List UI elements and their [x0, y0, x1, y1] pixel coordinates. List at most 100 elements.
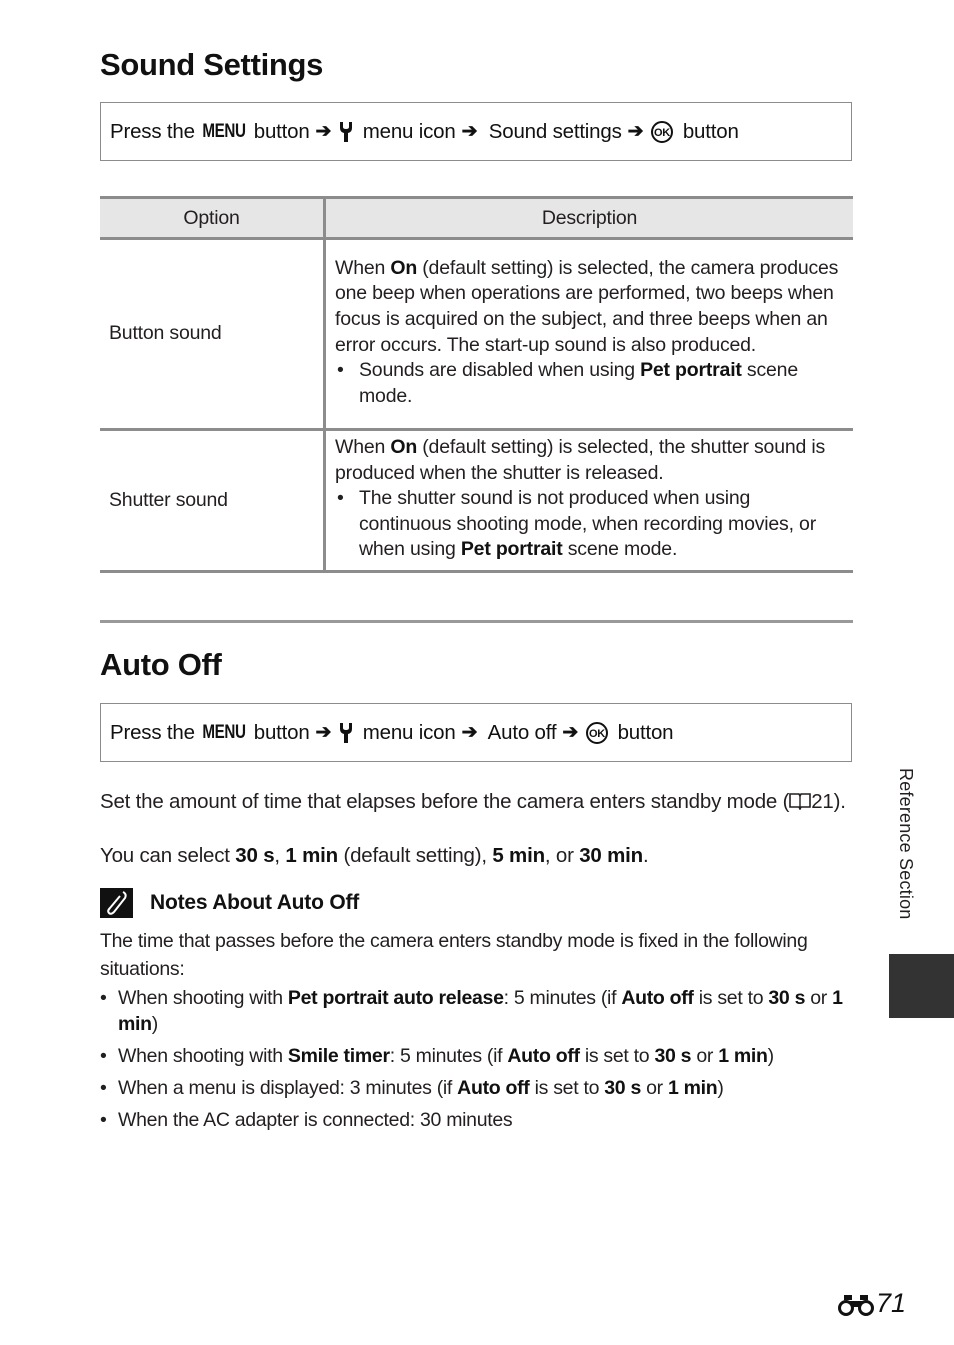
- nav-text: button: [248, 119, 310, 143]
- intro-text: Set the amount of time that elapses befo…: [100, 790, 790, 813]
- nav-text: menu icon: [357, 720, 456, 744]
- option-30s: 30 s: [235, 844, 275, 867]
- page-number: 71: [838, 1288, 906, 1319]
- text: When the AC adapter is connected: 30 min…: [118, 1109, 513, 1131]
- option-1min: 1 min: [285, 844, 338, 867]
- bold-term: 30 s: [768, 987, 806, 1009]
- note-pencil-icon: [100, 888, 133, 918]
- text: or: [641, 1077, 668, 1099]
- nav-text: button: [612, 720, 674, 744]
- note-item-text: When shooting with Smile timer: 5 minute…: [118, 1043, 774, 1069]
- note-list-item: • When a menu is displayed: 3 minutes (if…: [100, 1075, 860, 1101]
- bullet-dot: •: [100, 987, 107, 1009]
- ok-button-icon: OK: [586, 721, 609, 744]
- setup-wrench-icon: [340, 722, 353, 743]
- option-name: Button sound: [100, 238, 326, 431]
- note-list-item: • When the AC adapter is connected: 30 mi…: [100, 1107, 860, 1133]
- text: ): [151, 1013, 159, 1035]
- notes-title: Notes About Auto Off: [150, 891, 360, 914]
- note-list-item: • When shooting with Pet portrait auto re…: [100, 985, 860, 1037]
- bold-term: Auto off: [621, 987, 694, 1009]
- ok-button-icon: OK: [651, 120, 674, 143]
- bold-term: 30 s: [604, 1077, 641, 1099]
- nav-text: Auto off: [483, 720, 557, 744]
- text: or: [805, 987, 833, 1009]
- section-divider: [100, 620, 853, 623]
- sound-settings-title: Sound Settings: [100, 47, 324, 82]
- option-5min: 5 min: [492, 844, 545, 867]
- bold-term: Auto off: [507, 1045, 580, 1067]
- notes-heading: Notes About Auto Off: [100, 888, 359, 918]
- sound-settings-nav-path: Press the MENU button ➔ menu icon ➔ Soun…: [100, 102, 852, 161]
- bullet-dot: •: [100, 1077, 107, 1099]
- text: ): [767, 1045, 775, 1067]
- menu-button-icon: MENU: [202, 120, 247, 142]
- setup-wrench-icon: [340, 121, 353, 142]
- arrow-right-icon: ➔: [562, 722, 579, 743]
- section-tab-marker[interactable]: [889, 954, 954, 1018]
- page-number-text: 71: [876, 1288, 907, 1318]
- book-reference-icon: [789, 793, 812, 811]
- table-header-row: Option Description: [100, 196, 853, 240]
- text: You can select: [100, 844, 236, 867]
- column-header-description: Description: [324, 196, 853, 240]
- bullet-dot: •: [100, 1109, 107, 1131]
- arrow-right-icon: ➔: [627, 121, 644, 142]
- nav-text: button: [248, 720, 310, 744]
- bullet-bold: Pet portrait: [640, 359, 742, 382]
- bold-term: Pet portrait auto release: [287, 987, 504, 1009]
- notes-lead: The time that passes before the camera e…: [100, 930, 808, 980]
- desc-text: When: [335, 436, 391, 458]
- table-row: Shutter sound When On (default setting) …: [100, 429, 853, 573]
- arrow-right-icon: ➔: [315, 121, 332, 142]
- text: When a menu is displayed: 3 minutes (if: [118, 1077, 458, 1099]
- svg-text:OK: OK: [654, 127, 670, 139]
- page-reference-link[interactable]: 21: [811, 790, 834, 813]
- text: is set to: [693, 987, 769, 1009]
- menu-button-icon: MENU: [202, 721, 247, 743]
- notes-list: • When shooting with Pet portrait auto re…: [100, 985, 860, 1139]
- desc-text: When: [335, 256, 391, 279]
- option-description: When On (default setting) is selected, t…: [324, 429, 853, 573]
- text: , or: [544, 844, 580, 867]
- bold-term: 1 min: [718, 1045, 768, 1067]
- nav-text: menu icon: [357, 119, 456, 143]
- text: .: [642, 844, 649, 867]
- bullet-bold: Pet portrait: [460, 538, 563, 561]
- text: is set to: [529, 1077, 605, 1099]
- nav-text: Press the: [110, 119, 201, 143]
- text: is set to: [579, 1045, 655, 1067]
- text: When shooting with: [118, 1045, 288, 1067]
- bullet-text: scene mode.: [562, 538, 678, 561]
- reference-binoculars-icon: [838, 1294, 874, 1316]
- text: or: [691, 1045, 719, 1067]
- text: ,: [274, 844, 286, 867]
- note-item-text: When the AC adapter is connected: 30 min…: [118, 1107, 513, 1133]
- svg-text:OK: OK: [589, 728, 605, 740]
- nav-text: Press the: [110, 720, 201, 744]
- sound-options-table: Option Description Button sound When On …: [100, 196, 853, 573]
- bold-term: Auto off: [457, 1077, 530, 1099]
- auto-off-title: Auto Off: [100, 647, 222, 682]
- bullet-item: • Sounds are disabled when using Pet port…: [337, 359, 798, 407]
- option-name: Shutter sound: [100, 429, 326, 573]
- auto-off-nav-path: Press the MENU button ➔ menu icon ➔ Auto…: [100, 703, 852, 762]
- nav-text: button: [677, 119, 739, 143]
- text: ): [717, 1077, 724, 1099]
- option-description: When On (default setting) is selected, t…: [324, 238, 853, 431]
- text: : 5 minutes (if: [389, 1045, 508, 1067]
- option-30min: 30 min: [579, 844, 643, 867]
- arrow-right-icon: ➔: [461, 121, 478, 142]
- note-item-text: When shooting with Pet portrait auto rel…: [118, 985, 860, 1037]
- text: (default setting),: [337, 844, 493, 867]
- nav-text: Sound settings: [483, 119, 622, 143]
- bullet-item: • The shutter sound is not produced when …: [337, 487, 816, 561]
- arrow-right-icon: ➔: [461, 722, 478, 743]
- note-item-text: When a menu is displayed: 3 minutes (if …: [118, 1075, 724, 1101]
- note-list-item: • When shooting with Smile timer: 5 minut…: [100, 1043, 860, 1069]
- bold-term: 30 s: [654, 1045, 692, 1067]
- side-section-label: Reference Section: [896, 768, 916, 920]
- text: When shooting with: [118, 987, 288, 1009]
- column-header-option: Option: [100, 196, 326, 240]
- auto-off-intro: Set the amount of time that elapses befo…: [100, 788, 860, 815]
